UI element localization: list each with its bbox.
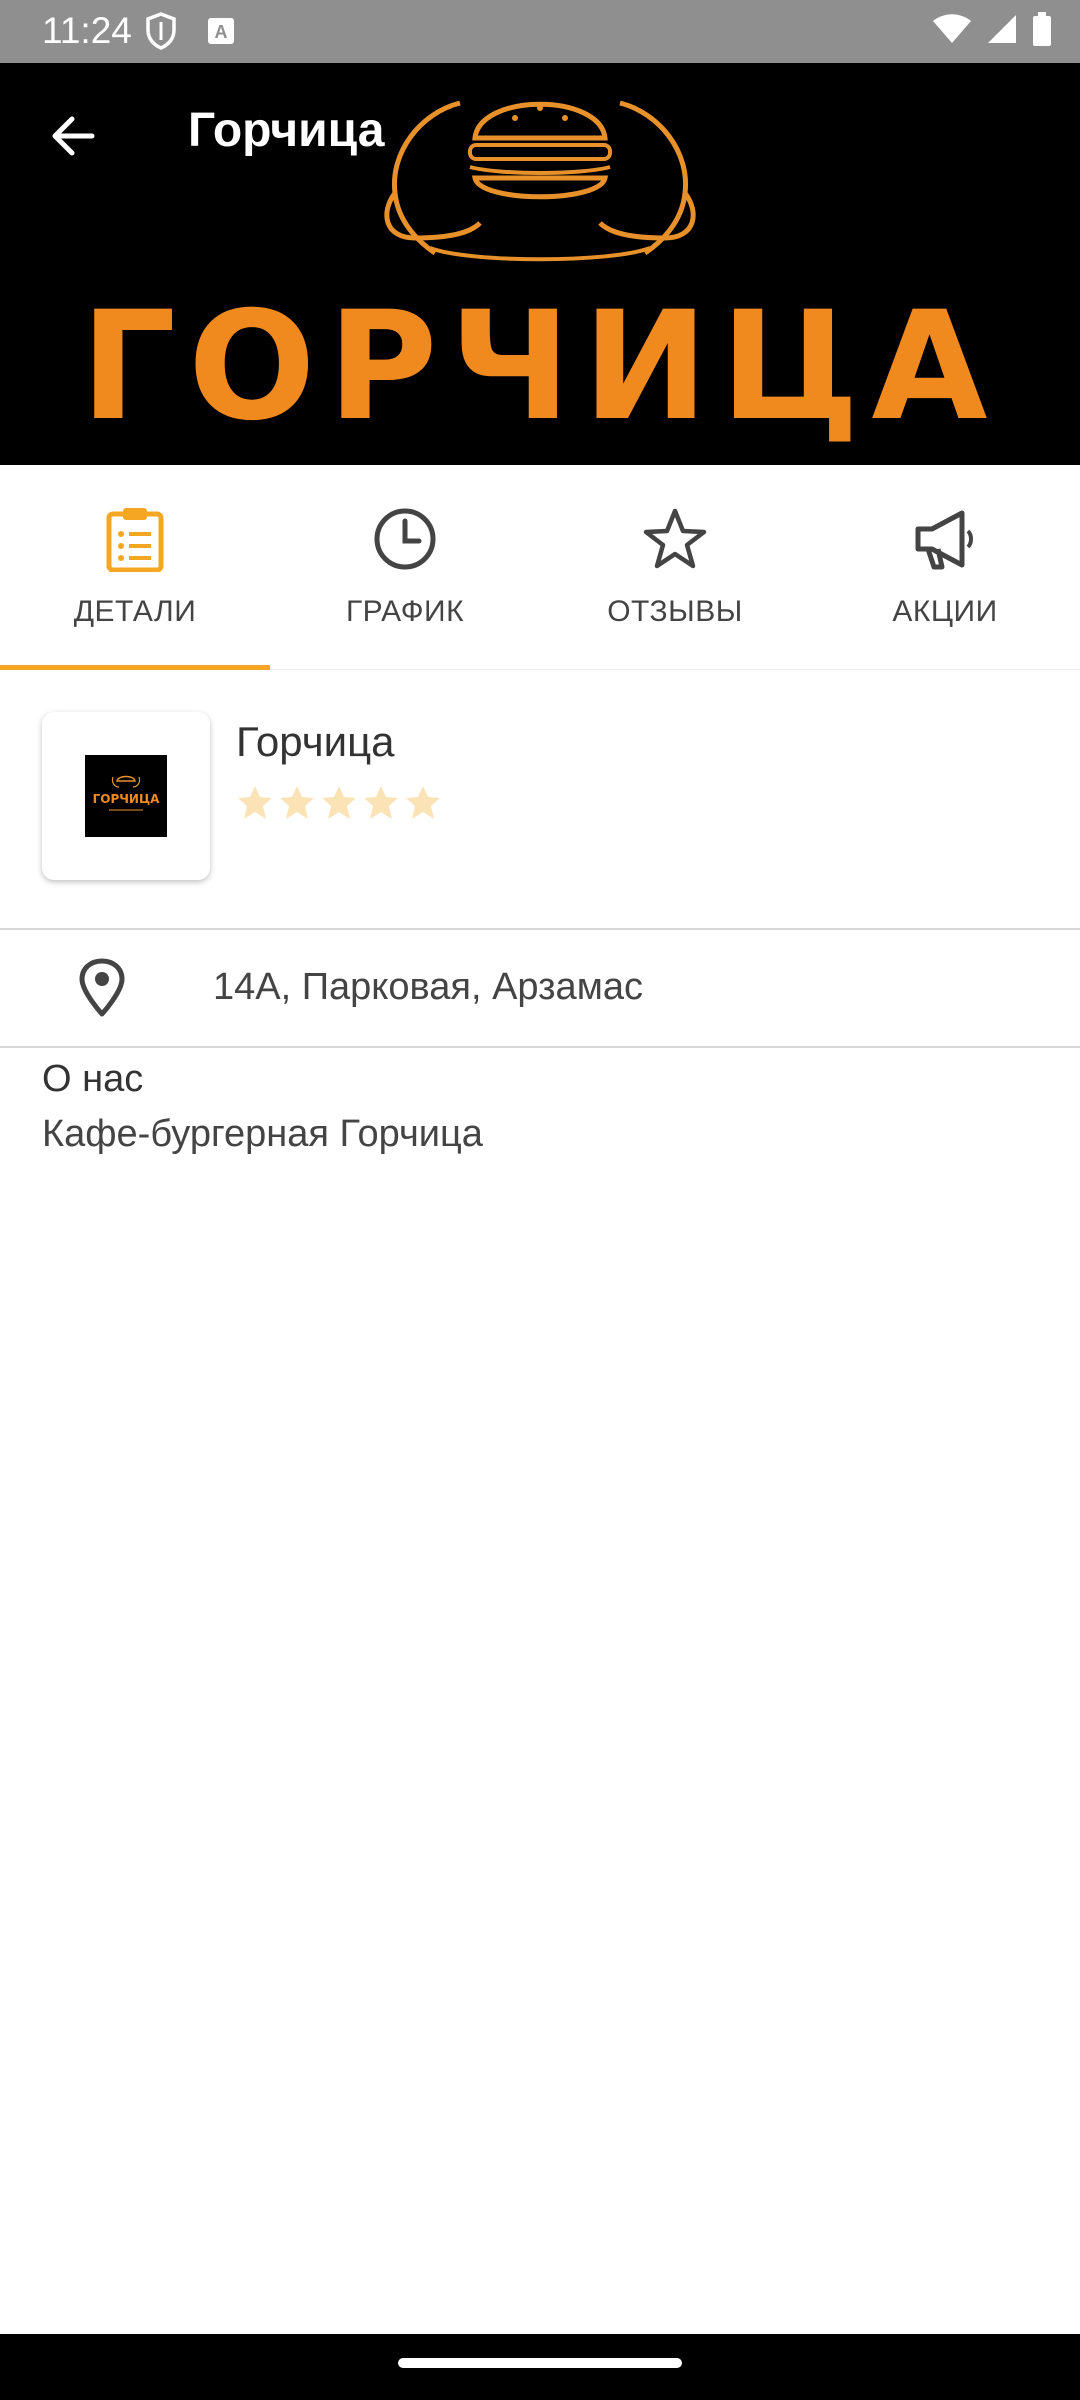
- wifi-icon: [932, 13, 972, 50]
- clock-icon: [369, 503, 441, 575]
- tab-reviews[interactable]: ОТЗЫВЫ: [540, 465, 810, 670]
- tab-label: ОТЗЫВЫ: [607, 595, 743, 628]
- system-nav-bar: [0, 2334, 1080, 2400]
- place-logo-thumbnail[interactable]: ГОРЧИЦА: [42, 712, 210, 880]
- address-text: 14А, Парковая, Арзамас: [213, 966, 643, 1008]
- tab-promotions[interactable]: АКЦИИ: [810, 465, 1080, 670]
- keyboard-a-icon: A: [207, 17, 235, 50]
- place-name: Горчица: [236, 718, 395, 765]
- back-button[interactable]: [40, 103, 106, 169]
- header-banner: ГОРЧИЦА Горчица: [0, 63, 1080, 465]
- location-pin-icon: [79, 958, 125, 1017]
- status-right-icons: [932, 12, 1052, 51]
- tab-label: ДЕТАЛИ: [73, 595, 197, 628]
- arrow-back-icon: [52, 116, 95, 156]
- battery-icon: [1032, 12, 1052, 51]
- rating-star-icon: [364, 786, 398, 819]
- status-left-icons: A: [145, 12, 235, 55]
- home-gesture-handle[interactable]: [398, 2358, 682, 2368]
- divider: [0, 1046, 1080, 1048]
- about-text: Кафе-бургерная Горчица: [42, 1113, 483, 1155]
- rating-star-icon: [406, 786, 440, 819]
- brand-logo-art: ГОРЧИЦА: [80, 100, 999, 454]
- rating-star-icon: [238, 786, 272, 819]
- about-title: О нас: [42, 1058, 144, 1100]
- tab-bar: ДЕТАЛИ ГРАФИК ОТЗЫВЫ АКЦИИ: [0, 465, 1080, 670]
- star-outline-icon: [639, 503, 711, 575]
- place-info: ГОРЧИЦА Горчица: [0, 670, 1080, 928]
- shield-icon: [145, 12, 177, 55]
- address-row[interactable]: 14А, Парковая, Арзамас: [0, 930, 1080, 1046]
- status-time: 11:24: [42, 10, 132, 51]
- page-title: Горчица: [188, 104, 385, 157]
- megaphone-icon: [909, 503, 981, 575]
- svg-text:ГОРЧИЦА: ГОРЧИЦА: [93, 792, 161, 806]
- tab-schedule[interactable]: ГРАФИК: [270, 465, 540, 670]
- tab-label: АКЦИИ: [892, 595, 998, 628]
- tab-details[interactable]: ДЕТАЛИ: [0, 465, 270, 670]
- rating-star-icon: [322, 786, 356, 819]
- about-section: О нас Кафе-бургерная Горчица: [42, 1052, 483, 1162]
- cellular-signal-icon: [986, 13, 1018, 50]
- place-logo: ГОРЧИЦА: [85, 755, 167, 837]
- rating-stars: [236, 784, 442, 822]
- clipboard-icon: [99, 503, 171, 575]
- svg-text:A: A: [215, 22, 228, 42]
- svg-text:ГОРЧИЦА: ГОРЧИЦА: [80, 280, 999, 454]
- tab-label: ГРАФИК: [345, 595, 465, 628]
- rating-star-icon: [280, 786, 314, 819]
- status-bar: 11:24 A: [0, 0, 1080, 63]
